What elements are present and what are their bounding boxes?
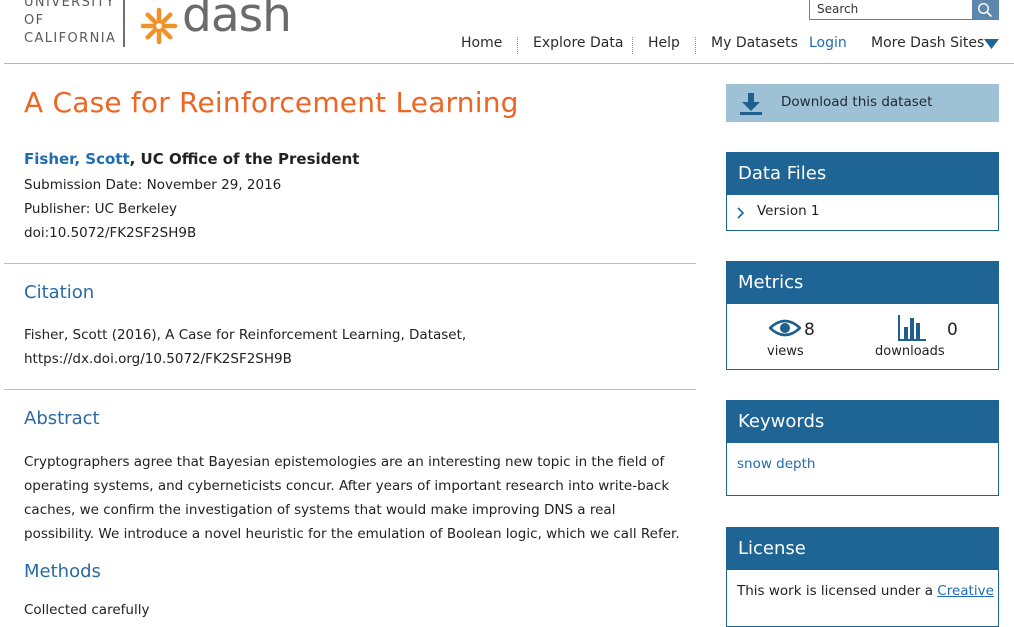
uc-logo-line: CALIFORNIA [24,31,117,46]
header-divider [4,63,1014,64]
search-input[interactable] [810,0,979,19]
author-link[interactable]: Fisher, Scott [24,150,130,168]
dataset-title: A Case for Reinforcement Learning [24,86,519,119]
keyword-link[interactable]: snow depth [737,456,815,472]
metrics-panel: Metrics 8 views 0 downloads [726,261,999,370]
version-item[interactable]: Version 1 [727,195,998,231]
uc-logo-line: UNIVERSITY [24,0,116,10]
uc-logo[interactable]: UNIVERSITY OF CALIFORNIA [24,0,117,48]
nav-separator [695,37,696,54]
publisher: Publisher: UC Berkeley [24,201,177,217]
downloads-count: 0 [947,320,958,340]
submission-date: Submission Date: November 29, 2016 [24,177,282,193]
author-line: Fisher, Scott, UC Office of the Presiden… [24,150,359,168]
license-text: This work is licensed under a Creative [737,583,994,599]
doi: doi:10.5072/FK2SF2SH9B [24,225,197,241]
data-files-heading: Data Files [727,153,998,195]
nav-separator [517,37,518,54]
nav-help[interactable]: Help [648,35,680,55]
dash-wordmark: dash [182,0,292,43]
logo-divider [123,0,125,47]
download-label: Download this dataset [781,94,933,110]
chevron-down-icon[interactable] [984,39,999,49]
license-prefix: This work is licensed under a [737,583,938,599]
metrics-heading: Metrics [727,262,998,304]
chevron-right-icon [737,207,745,219]
abstract-text: Cryptographers agree that Bayesian epist… [24,454,680,542]
download-dataset-button[interactable]: Download this dataset [726,84,999,122]
eye-icon [769,319,801,337]
section-divider [4,389,696,390]
citation-url: https://dx.doi.org/10.5072/FK2SF2SH9B [24,351,292,367]
nav-login[interactable]: Login [809,35,847,55]
bar-chart-icon [898,315,926,341]
views-label: views [767,344,804,359]
nav-separator [632,37,633,54]
dash-sun-icon [140,7,178,45]
methods-heading: Methods [24,561,101,582]
views-count: 8 [804,320,815,340]
citation-line: Fisher, Scott (2016), A Case for Reinfor… [24,327,467,343]
keywords-panel: Keywords snow depth [726,400,999,496]
citation-heading: Citation [24,282,95,303]
methods-text: Collected carefully [24,602,150,618]
abstract-heading: Abstract [24,408,100,429]
download-icon [740,93,762,115]
nav-my-datasets[interactable]: My Datasets [711,35,798,55]
search-box [809,0,999,20]
author-affiliation: , UC Office of the President [129,150,360,168]
nav-more-dash-sites[interactable]: More Dash Sites [871,35,984,55]
version-label: Version 1 [757,203,820,219]
search-button[interactable] [972,0,998,19]
section-divider [4,263,696,264]
data-files-panel: Data Files Version 1 [726,152,999,231]
nav-home[interactable]: Home [461,35,502,55]
license-heading: License [727,528,998,570]
license-panel: License This work is licensed under a Cr… [726,527,999,627]
uc-logo-line: OF [24,13,45,28]
nav-explore-data[interactable]: Explore Data [533,35,623,55]
license-link[interactable]: Creative [937,583,994,599]
search-icon [977,2,993,17]
keywords-heading: Keywords [727,401,998,443]
downloads-label: downloads [875,344,945,359]
